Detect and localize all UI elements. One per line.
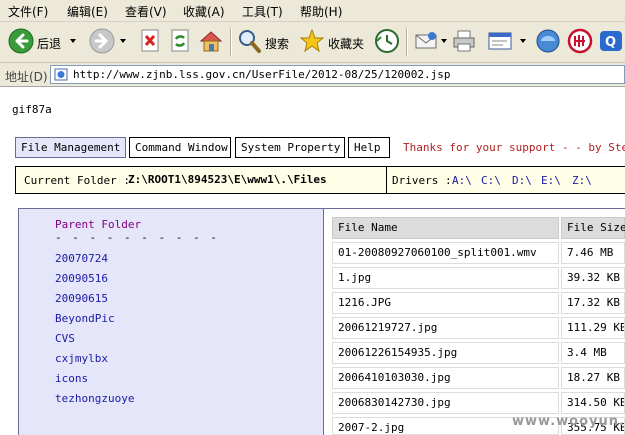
edit-icon[interactable]	[487, 28, 513, 54]
history-icon[interactable]	[374, 28, 400, 54]
address-input[interactable]: http://www.zjnb.lss.gov.cn/UserFile/2012…	[50, 65, 625, 84]
directory-link[interactable]: 20090516	[55, 272, 108, 285]
watermark: www.wooyun.org	[512, 414, 625, 429]
mail-dropdown-icon[interactable]	[441, 39, 447, 43]
drive-link-a[interactable]: A:\	[452, 174, 472, 187]
thanks-text: Thanks for your support - - by Steven	[403, 141, 625, 154]
directory-panel: Parent Folder - - - - - - - - - - 200707…	[18, 208, 324, 435]
toolbar: 后退 搜索 收藏夹 Q	[0, 22, 625, 63]
directory-link[interactable]: CVS	[55, 332, 75, 345]
qq-icon[interactable]: Q	[598, 28, 624, 54]
drive-link-e[interactable]: E:\	[541, 174, 561, 187]
nav-file-management[interactable]: File Management	[15, 137, 126, 158]
menu-favorites[interactable]: 收藏(A)	[183, 3, 225, 20]
current-folder-bar: Current Folder : Z:\ROOT1\894523\E\www1\…	[15, 166, 625, 194]
file-size-cell: 17.32 KB	[561, 292, 625, 314]
menu-view[interactable]: 查看(V)	[125, 3, 167, 20]
current-folder-path: Z:\ROOT1\894523\E\www1\.\Files	[128, 173, 327, 186]
drivers-label: Drivers :	[392, 174, 452, 187]
drive-link-d[interactable]: D:\	[512, 174, 532, 187]
refresh-icon[interactable]	[167, 28, 193, 54]
favorites-star-icon[interactable]	[299, 28, 325, 54]
file-name-cell[interactable]: 1.jpg	[332, 267, 559, 289]
forward-arrow-icon[interactable]	[89, 28, 115, 54]
back-arrow-icon[interactable]	[8, 28, 34, 54]
file-name-cell[interactable]: 20061219727.jpg	[332, 317, 559, 339]
nav-system-property[interactable]: System Property	[235, 137, 345, 158]
nav-help[interactable]: Help	[348, 137, 390, 158]
file-name-header[interactable]: File Name	[332, 217, 559, 239]
mail-icon[interactable]	[413, 28, 439, 54]
file-size-header[interactable]: File Size	[561, 217, 625, 239]
folder-bar-divider	[386, 167, 387, 193]
favorites-label[interactable]: 收藏夹	[328, 35, 364, 52]
page-icon	[54, 68, 68, 81]
drive-link-c[interactable]: C:\	[481, 174, 501, 187]
menu-file[interactable]: 文件(F)	[8, 3, 48, 20]
toolbar-separator	[230, 28, 232, 56]
stop-icon[interactable]	[137, 28, 163, 54]
file-name-cell[interactable]: 20061226154935.jpg	[332, 342, 559, 364]
home-icon[interactable]	[198, 28, 224, 54]
file-size-cell: 3.4 MB	[561, 342, 625, 364]
toolbar-separator	[406, 28, 408, 56]
menu-bar: 文件(F) 编辑(E) 查看(V) 收藏(A) 工具(T) 帮助(H)	[0, 0, 625, 22]
directory-link[interactable]: BeyondPic	[55, 312, 115, 325]
back-label[interactable]: 后退	[37, 35, 61, 52]
file-name-cell[interactable]: 2006410103030.jpg	[332, 367, 559, 389]
search-magnifier-icon[interactable]	[236, 28, 262, 54]
file-name-cell[interactable]: 01-20080927060100_split001.wmv	[332, 242, 559, 264]
directory-link[interactable]: icons	[55, 372, 88, 385]
edit-dropdown-icon[interactable]	[520, 39, 526, 43]
address-label: 地址(D)	[5, 70, 48, 84]
cntv-logo-icon[interactable]	[567, 28, 593, 54]
file-size-cell: 314.50 KB	[561, 392, 625, 414]
menu-edit[interactable]: 编辑(E)	[67, 3, 108, 20]
file-size-cell: 7.46 MB	[561, 242, 625, 264]
divider-dashes: - - - - - - - - - -	[55, 231, 219, 244]
messenger-icon[interactable]	[535, 28, 561, 54]
file-size-cell: 18.27 KB	[561, 367, 625, 389]
forward-dropdown-icon[interactable]	[120, 39, 126, 43]
file-size-cell: 39.32 KB	[561, 267, 625, 289]
file-size-cell: 111.29 KB	[561, 317, 625, 339]
gif-header-text: gif87a	[12, 103, 52, 116]
file-name-cell[interactable]: 2006830142730.jpg	[332, 392, 559, 414]
address-url[interactable]: http://www.zjnb.lss.gov.cn/UserFile/2012…	[73, 68, 451, 81]
address-bar: 地址(D) http://www.zjnb.lss.gov.cn/UserFil…	[0, 63, 625, 87]
file-name-cell[interactable]: 1216.JPG	[332, 292, 559, 314]
print-icon[interactable]	[451, 28, 477, 54]
drive-link-z[interactable]: Z:\	[572, 174, 592, 187]
menu-help[interactable]: 帮助(H)	[300, 3, 342, 20]
directory-link[interactable]: tezhongzuoye	[55, 392, 134, 405]
directory-link[interactable]: cxjmylbx	[55, 352, 108, 365]
back-dropdown-icon[interactable]	[70, 39, 76, 43]
current-folder-label: Current Folder :	[24, 174, 130, 187]
svg-text:Q: Q	[605, 35, 616, 50]
menu-tools[interactable]: 工具(T)	[242, 3, 283, 20]
directory-link[interactable]: 20090615	[55, 292, 108, 305]
parent-folder-link[interactable]: Parent Folder	[55, 218, 141, 231]
search-label[interactable]: 搜索	[265, 35, 289, 52]
nav-command-window[interactable]: Command Window	[129, 137, 231, 158]
directory-link[interactable]: 20070724	[55, 252, 108, 265]
